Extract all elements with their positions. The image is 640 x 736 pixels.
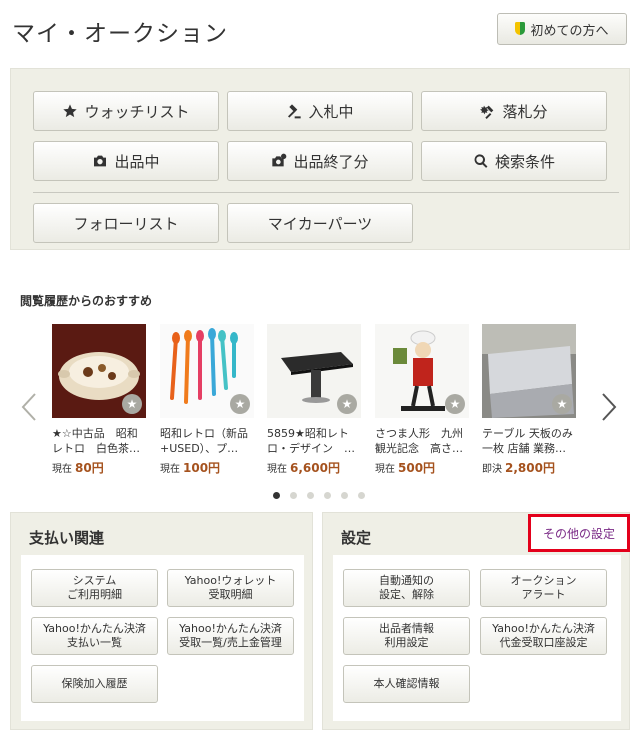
page-dot[interactable] xyxy=(273,492,280,499)
watchlist-button[interactable]: ウォッチリスト xyxy=(33,91,219,131)
carousel-pagination xyxy=(273,492,365,499)
recommend-card[interactable]: ★ 昭和レトロ（新品 +USED）、プ… 現在 100円 xyxy=(160,324,254,476)
card-title[interactable]: ★☆中古品 昭和 レトロ 白色茶… xyxy=(52,426,146,456)
price-value: 80円 xyxy=(75,461,104,475)
carousel-prev-button[interactable] xyxy=(20,392,38,422)
watch-star-icon[interactable]: ★ xyxy=(552,394,572,414)
card-price: 現在 100円 xyxy=(160,459,254,476)
won-button[interactable]: 落札分 xyxy=(421,91,607,131)
selling-button[interactable]: 出品中 xyxy=(33,141,219,181)
card-title[interactable]: 5859★昭和レト ロ・デザイン … xyxy=(267,426,361,456)
camera-check-icon xyxy=(272,153,287,167)
system-usage-button[interactable]: システム ご利用明細 xyxy=(31,569,158,607)
saved-search-label: 検索条件 xyxy=(494,152,555,171)
price-label: 即決 xyxy=(482,464,502,475)
price-value: 500円 xyxy=(398,461,436,475)
bidding-button[interactable]: 入札中 xyxy=(227,91,413,131)
won-label: 落札分 xyxy=(502,102,548,121)
recommend-card[interactable]: ★ 5859★昭和レト ロ・デザイン … 現在 6,600円 xyxy=(267,324,361,476)
price-label: 現在 xyxy=(375,464,395,475)
gavel-icon xyxy=(288,104,302,119)
card-price: 現在 80円 xyxy=(52,459,146,476)
price-label: 現在 xyxy=(267,464,287,475)
wallet-receipt-button[interactable]: Yahoo!ウォレット 受取明細 xyxy=(167,569,294,607)
insurance-history-button[interactable]: 保険加入履歴 xyxy=(31,665,158,703)
menu-divider xyxy=(33,192,619,193)
card-title[interactable]: 昭和レトロ（新品 +USED）、プ… xyxy=(160,426,254,456)
camera-icon xyxy=(94,155,107,167)
first-time-button[interactable]: 初めての方へ xyxy=(497,13,627,45)
ended-label: 出品終了分 xyxy=(293,152,369,171)
settings-buttons: 自動通知の 設定、解除 オークション アラート 出品者情報 利用設定 Yahoo… xyxy=(333,555,621,721)
product-thumbnail[interactable]: ★ xyxy=(160,324,254,418)
watch-star-icon[interactable]: ★ xyxy=(445,394,465,414)
auto-notify-button[interactable]: 自動通知の 設定、解除 xyxy=(343,569,470,607)
recommend-title: 閲覧履歴からのおすすめ xyxy=(20,294,153,308)
payment-title: 支払い関連 xyxy=(29,529,105,547)
my-car-parts-label: マイカーパーツ xyxy=(267,214,373,233)
price-label: 現在 xyxy=(160,464,180,475)
payment-section: 支払い関連 システム ご利用明細 Yahoo!ウォレット 受取明細 Yahoo!… xyxy=(10,512,313,730)
card-price: 現在 500円 xyxy=(375,459,469,476)
chevron-right-icon xyxy=(602,393,617,421)
search-icon xyxy=(474,154,488,168)
selling-label: 出品中 xyxy=(114,152,160,171)
identity-verification-button[interactable]: 本人確認情報 xyxy=(343,665,470,703)
header: マイ・オークション 初めての方へ xyxy=(0,0,640,58)
page-dot[interactable] xyxy=(290,492,297,499)
settings-title: 設定 xyxy=(341,529,372,547)
my-car-parts-button[interactable]: マイカーパーツ xyxy=(227,203,413,243)
easy-payment-receipt-button[interactable]: Yahoo!かんたん決済 受取一覧/売上金管理 xyxy=(167,617,294,655)
page-dot[interactable] xyxy=(307,492,314,499)
card-price: 即決 2,800円 xyxy=(482,459,576,476)
chevron-left-icon xyxy=(21,393,36,421)
page-dot[interactable] xyxy=(341,492,348,499)
payout-account-button[interactable]: Yahoo!かんたん決済 代金受取口座設定 xyxy=(480,617,607,655)
bidding-label: 入札中 xyxy=(308,102,354,121)
watch-star-icon[interactable]: ★ xyxy=(122,394,142,414)
easy-payment-list-button[interactable]: Yahoo!かんたん決済 支払い一覧 xyxy=(31,617,158,655)
price-value: 2,800円 xyxy=(505,461,555,475)
auction-menu-panel: ウォッチリスト 入札中 落札分 出品中 出品終了分 検索条件 フォローリスト マ… xyxy=(10,68,630,250)
product-thumbnail[interactable]: ★ xyxy=(267,324,361,418)
other-settings-link[interactable]: その他の設定 xyxy=(528,514,630,552)
follow-list-button[interactable]: フォローリスト xyxy=(33,203,219,243)
auction-alert-button[interactable]: オークション アラート xyxy=(480,569,607,607)
page-title: マイ・オークション xyxy=(12,21,228,47)
first-time-button-label: 初めての方へ xyxy=(530,23,609,39)
page-dot[interactable] xyxy=(324,492,331,499)
price-value: 100円 xyxy=(183,461,221,475)
saved-search-button[interactable]: 検索条件 xyxy=(421,141,607,181)
star-icon xyxy=(63,104,78,118)
page-dot[interactable] xyxy=(358,492,365,499)
recommend-card[interactable]: ★ ★☆中古品 昭和 レトロ 白色茶… 現在 80円 xyxy=(52,324,146,476)
card-price: 現在 6,600円 xyxy=(267,459,361,476)
price-value: 6,600円 xyxy=(290,461,340,475)
card-title[interactable]: さつま人形 九州 観光記念 高さ… xyxy=(375,426,469,456)
payment-buttons: システム ご利用明細 Yahoo!ウォレット 受取明細 Yahoo!かんたん決済… xyxy=(21,555,304,721)
seller-info-button[interactable]: 出品者情報 利用設定 xyxy=(343,617,470,655)
card-title[interactable]: テーブル 天板のみ 一枚 店舗 業務… xyxy=(482,426,576,456)
ended-button[interactable]: 出品終了分 xyxy=(227,141,413,181)
product-thumbnail[interactable]: ★ xyxy=(375,324,469,418)
product-thumbnail[interactable]: ★ xyxy=(52,324,146,418)
follow-list-label: フォローリスト xyxy=(73,214,179,233)
watchlist-label: ウォッチリスト xyxy=(84,102,190,121)
product-thumbnail[interactable]: ★ xyxy=(482,324,576,418)
recommend-card[interactable]: ★ さつま人形 九州 観光記念 高さ… 現在 500円 xyxy=(375,324,469,476)
watch-star-icon[interactable]: ★ xyxy=(337,394,357,414)
gavel-burst-icon xyxy=(480,105,494,119)
carousel-next-button[interactable] xyxy=(600,392,618,422)
recommend-card[interactable]: ★ テーブル 天板のみ 一枚 店舗 業務… 即決 2,800円 xyxy=(482,324,576,476)
price-label: 現在 xyxy=(52,464,72,475)
beginner-leaf-icon xyxy=(515,22,526,36)
watch-star-icon[interactable]: ★ xyxy=(230,394,250,414)
